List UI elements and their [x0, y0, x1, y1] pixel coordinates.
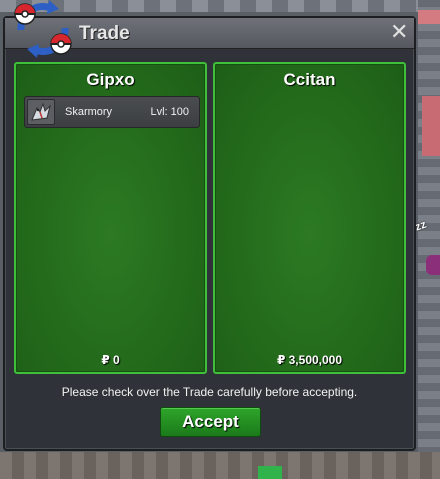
- trade-item-row[interactable]: Skarmory Lvl: 100: [24, 96, 200, 128]
- background-tiles-bottom: [0, 452, 440, 479]
- player-name-right: Ccitan: [283, 70, 336, 89]
- offer-panel-left: Gipxo Skarmory Lvl: 100 ₽ 0: [14, 62, 207, 374]
- player-name-left: Gipxo: [86, 70, 135, 89]
- close-button[interactable]: ✕: [390, 19, 409, 44]
- skarmory-icon: [27, 99, 55, 125]
- trade-window: Trade ✕ Gipxo Skarmory Lvl: 100 ₽ 0 Ccit…: [3, 0, 416, 451]
- offer-panel-right: Ccitan ₽ 3,500,000: [213, 62, 406, 374]
- background-character: [426, 255, 440, 275]
- money-left: ₽ 0: [101, 353, 120, 367]
- item-level: Lvl: 100: [150, 106, 189, 118]
- background-tiles-right: [418, 0, 440, 479]
- money-right: ₽ 3,500,000: [276, 353, 343, 367]
- item-name: Skarmory: [65, 106, 113, 118]
- background-roof-tile: [422, 96, 440, 156]
- background-grass-tile: [258, 466, 282, 479]
- window-title: Trade: [79, 23, 130, 44]
- background-roof-tile: [418, 10, 440, 24]
- trade-notice: Please check over the Trade carefully be…: [61, 385, 358, 399]
- pokeball-swap-icon: [14, 0, 72, 58]
- close-icon: ✕: [390, 19, 409, 44]
- accept-button[interactable]: Accept: [160, 407, 261, 437]
